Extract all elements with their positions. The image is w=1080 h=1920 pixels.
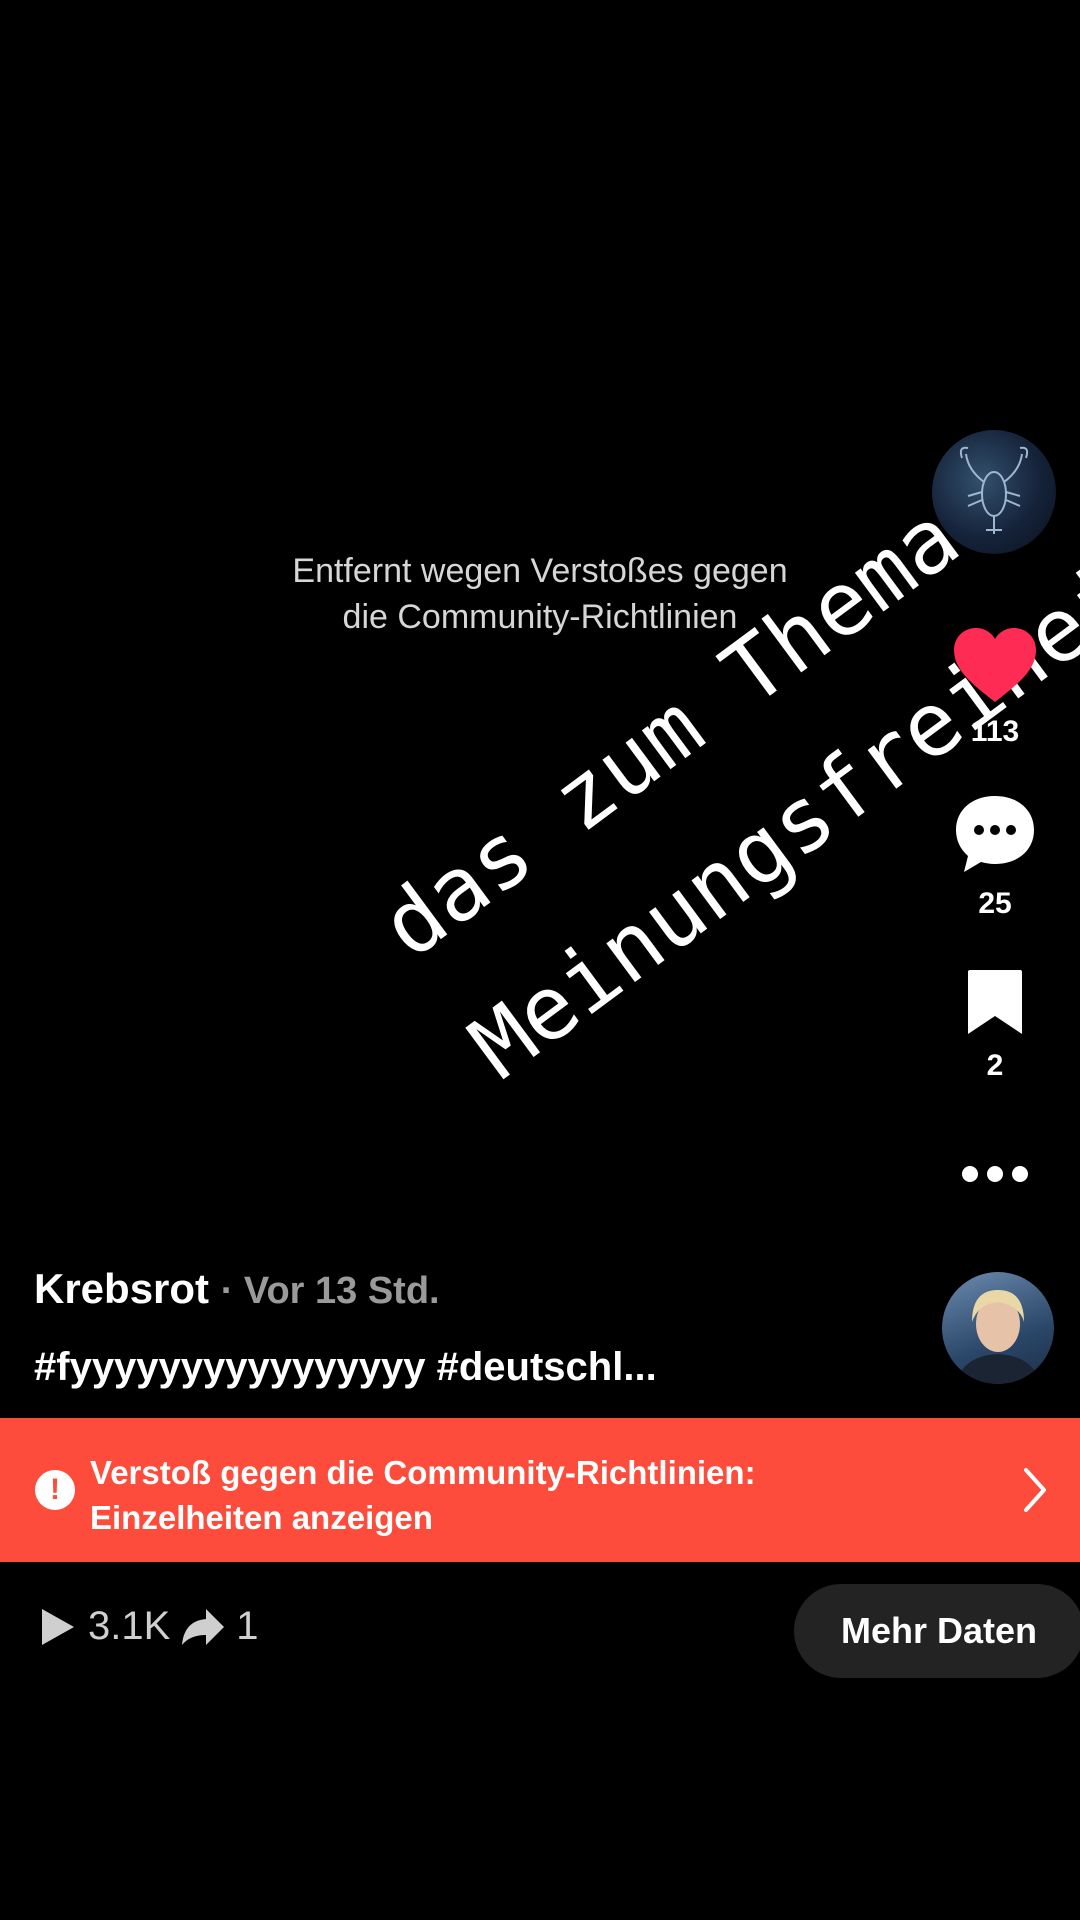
more-data-button[interactable]: Mehr Daten [794, 1584, 1080, 1678]
lobster-icon [959, 446, 1029, 534]
post-caption[interactable]: #fyyyyyyyyyyyyyyyy #deutschl... [34, 1345, 657, 1390]
bookmark-icon [968, 970, 1022, 1034]
violation-line2: Einzelheiten anzeigen [90, 1499, 433, 1536]
alert-icon: ! [35, 1470, 75, 1510]
creator-avatar[interactable] [932, 430, 1056, 554]
like-count: 113 [970, 715, 1020, 748]
sound-avatar[interactable] [942, 1272, 1054, 1384]
removed-notice-line2: die Community-Richtlinien [342, 598, 738, 636]
play-icon [42, 1608, 74, 1645]
like-button[interactable]: 113 [930, 626, 1060, 749]
view-count: 3.1K [88, 1604, 171, 1648]
comment-count: 25 [978, 887, 1012, 920]
violation-banner[interactable]: ! Verstoß gegen die Community-Richtlinie… [0, 1418, 1080, 1562]
comment-button[interactable]: 25 [930, 792, 1060, 921]
share-arrow-icon [182, 1608, 225, 1645]
author-row: Krebsrot · Vor 13 Std. [34, 1265, 440, 1313]
violation-line1: Verstoß gegen die Community-Richtlinien: [90, 1454, 756, 1491]
more-dots-icon [962, 1166, 1028, 1182]
post-time: · Vor 13 Std. [220, 1270, 440, 1312]
comment-icon [956, 796, 1034, 872]
heart-icon [954, 628, 1036, 702]
violation-text: Verstoß gegen die Community-Richtlinien:… [90, 1450, 756, 1540]
share-count: 1 [236, 1604, 259, 1648]
chevron-right-icon [1024, 1468, 1046, 1512]
save-button[interactable]: 2 [930, 966, 1060, 1083]
post-stats: 3.1K 1 [38, 1604, 259, 1649]
person-photo [956, 1290, 1040, 1384]
author-name[interactable]: Krebsrot [34, 1265, 209, 1312]
removed-notice: Entfernt wegen Verstoßes gegen die Commu… [0, 548, 1080, 640]
more-options-button[interactable] [930, 1162, 1060, 1191]
save-count: 2 [986, 1049, 1004, 1082]
removed-notice-line1: Entfernt wegen Verstoßes gegen [292, 552, 788, 590]
